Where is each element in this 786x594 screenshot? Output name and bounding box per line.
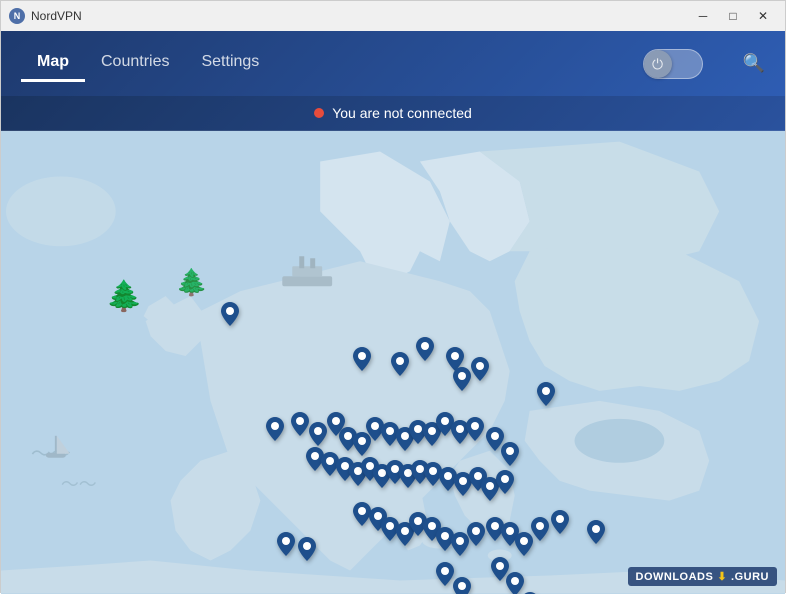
location-pin[interactable] xyxy=(587,520,605,549)
tab-settings[interactable]: Settings xyxy=(185,45,275,82)
watermark: DOWNLOADS ⬇ .GURU xyxy=(628,567,778,586)
toggle-thumb: ⏻ xyxy=(644,50,672,78)
location-pin[interactable] xyxy=(436,562,454,591)
location-pin[interactable] xyxy=(466,417,484,446)
toggle-track[interactable]: ⏻ xyxy=(643,49,703,79)
connection-status-dot xyxy=(314,108,324,118)
location-pin[interactable] xyxy=(453,577,471,594)
watermark-icon: ⬇ xyxy=(717,570,727,583)
watermark-text: DOWNLOADS xyxy=(636,571,714,583)
tab-map[interactable]: Map xyxy=(21,45,85,82)
location-pin[interactable] xyxy=(416,337,434,366)
location-pin[interactable] xyxy=(471,357,489,386)
location-pin[interactable] xyxy=(266,417,284,446)
watermark-domain: .GURU xyxy=(731,571,769,583)
svg-text:🌲: 🌲 xyxy=(176,267,208,297)
location-pin[interactable] xyxy=(453,367,471,396)
search-button[interactable]: 🔍 xyxy=(743,53,765,74)
location-pin[interactable] xyxy=(551,510,569,539)
location-pin[interactable] xyxy=(298,537,316,566)
power-icon: ⏻ xyxy=(652,57,663,71)
connection-status-text: You are not connected xyxy=(332,105,472,121)
nav-tabs: Map Countries Settings xyxy=(21,45,603,82)
app-icon: N xyxy=(9,8,25,24)
title-bar: N NordVPN ─ □ ✕ xyxy=(1,1,785,31)
status-bar: You are not connected xyxy=(1,96,785,131)
close-button[interactable]: ✕ xyxy=(749,5,777,27)
location-pin[interactable] xyxy=(391,352,409,381)
location-pin[interactable] xyxy=(531,517,549,546)
location-pin[interactable] xyxy=(467,522,485,551)
location-pin[interactable] xyxy=(506,572,524,594)
location-pin[interactable] xyxy=(277,532,295,561)
app-title: NordVPN xyxy=(31,9,82,23)
location-pin[interactable] xyxy=(353,347,371,376)
location-pin[interactable] xyxy=(537,382,555,411)
location-pin[interactable] xyxy=(501,442,519,471)
title-bar-left: N NordVPN xyxy=(9,8,82,24)
tab-countries[interactable]: Countries xyxy=(85,45,185,82)
location-pin[interactable] xyxy=(291,412,309,441)
minimize-button[interactable]: ─ xyxy=(689,5,717,27)
maximize-button[interactable]: □ xyxy=(719,5,747,27)
svg-text:〜〜: 〜〜 xyxy=(61,475,97,495)
map-container[interactable]: 〜〜 〜〜 🌲 🌲 xyxy=(1,131,785,594)
svg-text:🌲: 🌲 xyxy=(106,278,143,313)
app-header: Map Countries Settings ⏻ 🔍 xyxy=(1,31,785,96)
window-controls: ─ □ ✕ xyxy=(689,5,777,27)
power-toggle[interactable]: ⏻ xyxy=(643,49,703,79)
location-pin[interactable] xyxy=(496,470,514,499)
location-pin[interactable] xyxy=(221,302,239,331)
